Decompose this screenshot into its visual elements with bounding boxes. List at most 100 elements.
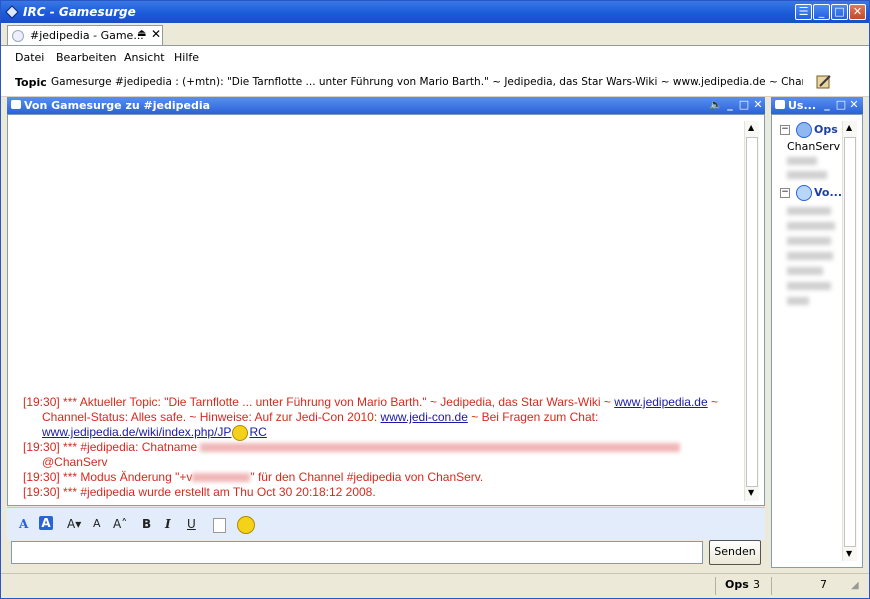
redacted-user (787, 267, 823, 275)
users-maximize-icon[interactable]: □ (835, 98, 847, 112)
voice-group-label: Vo... (814, 186, 843, 199)
tab-label: #jedipedia - Game... (30, 29, 144, 42)
user-total-count: 7 (820, 578, 827, 591)
users-icon (775, 100, 785, 109)
users-scroll-track[interactable] (844, 137, 856, 547)
sound-icon[interactable]: 🔈 (709, 98, 723, 112)
message-line: [19:30] *** Aktueller Topic: "Die Tarnfl… (23, 395, 718, 410)
minimize-icon[interactable]: _ (813, 4, 830, 20)
users-scroll-down-icon[interactable]: ▼ (846, 549, 852, 558)
ops-group-icon (796, 122, 812, 138)
title-bar[interactable]: IRC - Gamesurge ☰ _ □ ✕ (1, 1, 869, 23)
status-divider (715, 577, 716, 595)
emoticon-icon[interactable] (237, 516, 255, 534)
format-toolbar: A A A▾ A A˄ B I U (7, 507, 765, 540)
status-bar: Ops 3 7 ◢ (1, 573, 869, 598)
redacted-user (787, 297, 809, 305)
message-text: [19:30] *** #jedipedia: Chatname (23, 440, 198, 454)
message-input[interactable] (11, 541, 703, 564)
status-divider (771, 577, 772, 595)
font-larger-icon[interactable]: A˄ (113, 517, 127, 531)
background-color-icon[interactable]: A (39, 516, 53, 530)
chat-pane-header: Von Gamesurge zu #jedipedia 🔈 _ □ ✕ (7, 97, 765, 114)
pane-minimize-icon[interactable]: _ (724, 98, 736, 112)
users-scrollbar[interactable]: ▲ ▼ (842, 121, 857, 561)
italic-icon[interactable]: I (165, 517, 171, 531)
message-line: Channel-Status: Alles safe. ~ Hinweise: … (42, 410, 598, 425)
smiley-icon (232, 425, 249, 441)
tab-strip: #jedipedia - Game... ⏏ ✕ (1, 23, 869, 46)
menu-datei[interactable]: Datei (15, 51, 44, 64)
message-text: [19:30] *** #jedipedia wurde erstellt am… (23, 485, 376, 499)
ops-group-label: Ops (814, 123, 838, 136)
send-button[interactable]: Senden (709, 540, 761, 565)
bold-icon[interactable]: B (142, 517, 151, 531)
user-chanserv[interactable]: ChanServ (787, 140, 840, 153)
link-wiki-rc[interactable]: RC (249, 425, 266, 439)
tab-jedipedia[interactable]: #jedipedia - Game... ⏏ ✕ (7, 25, 163, 45)
link-jedi-con[interactable]: www.jedi-con.de (381, 410, 468, 424)
pane-close-icon[interactable]: ✕ (752, 98, 764, 112)
redacted-user (787, 252, 833, 260)
close-icon[interactable]: ✕ (849, 4, 866, 20)
redacted-user (787, 237, 831, 245)
font-smaller-icon[interactable]: A (93, 517, 101, 530)
message-line: @ChanServ (42, 455, 108, 470)
menu-bar: Datei Bearbeiten Ansicht Hilfe (1, 46, 869, 68)
resize-grip-icon[interactable]: ◢ (851, 580, 859, 591)
redacted-user (787, 282, 831, 290)
message-line: [19:30] *** #jedipedia: Chatname (23, 440, 681, 455)
redacted-user (787, 207, 831, 215)
scroll-down-icon[interactable]: ▼ (748, 488, 754, 497)
menu-bearbeiten[interactable]: Bearbeiten (56, 51, 116, 64)
users-list[interactable]: ▲ ▼ (771, 114, 863, 568)
channel-icon (12, 30, 24, 42)
edit-topic-icon[interactable] (815, 73, 833, 91)
clear-format-icon[interactable] (213, 518, 226, 533)
chat-scrollbar[interactable]: ▲ ▼ (744, 121, 759, 501)
message-text: [19:30] *** Aktueller Topic: "Die Tarnfl… (23, 395, 615, 409)
window-menu-icon[interactable]: ☰ (795, 4, 812, 20)
message-text: ~ Bei Fragen zum Chat: (467, 410, 599, 424)
voice-group-icon (796, 185, 812, 201)
window-title: IRC - Gamesurge (23, 5, 136, 19)
maximize-icon[interactable]: □ (831, 4, 848, 20)
users-pane-title: Us... (788, 99, 817, 112)
topic-bar: Topic Gamesurge #jedipedia : (+mtn): "Di… (1, 68, 869, 97)
menu-ansicht[interactable]: Ansicht (124, 51, 165, 64)
app-icon (5, 5, 19, 19)
collapse-voice-icon[interactable]: − (780, 188, 790, 198)
chat-icon (11, 100, 21, 109)
message-text: " für den Channel #jedipedia von ChanSer… (250, 470, 484, 484)
redacted-user (787, 171, 827, 179)
link-wiki-jp[interactable]: www.jedipedia.de/wiki/index.php/JP (42, 425, 231, 439)
topic-label: Topic (15, 76, 47, 89)
scroll-track[interactable] (746, 137, 758, 487)
ops-count-label: Ops (725, 578, 749, 591)
message-text: Channel-Status: Alles safe. ~ Hinweise: … (42, 410, 381, 424)
chat-pane-title: Von Gamesurge zu #jedipedia (24, 99, 211, 112)
scroll-up-icon[interactable]: ▲ (748, 123, 754, 132)
text-color-icon[interactable]: A (19, 517, 28, 531)
topic-text: Gamesurge #jedipedia : (+mtn): "Die Tarn… (51, 76, 803, 88)
underline-icon[interactable]: U (187, 517, 196, 531)
users-minimize-icon[interactable]: _ (821, 98, 833, 112)
users-scroll-up-icon[interactable]: ▲ (846, 123, 852, 132)
message-text: [19:30] *** Modus Änderung "+v (23, 470, 193, 484)
eject-icon[interactable]: ⏏ (137, 28, 146, 39)
pane-maximize-icon[interactable]: □ (738, 98, 750, 112)
menu-hilfe[interactable]: Hilfe (174, 51, 199, 64)
message-text: ~ (707, 395, 718, 409)
message-line: [19:30] *** #jedipedia wurde erstellt am… (23, 485, 376, 500)
font-select-icon[interactable]: A▾ (67, 517, 81, 531)
message-text: @ChanServ (42, 455, 108, 469)
tab-close-icon[interactable]: ✕ (151, 27, 161, 41)
redacted-text (192, 473, 251, 483)
users-pane-header: Us... _ □ ✕ (771, 97, 863, 114)
users-close-icon[interactable]: ✕ (848, 98, 860, 112)
collapse-ops-icon[interactable]: − (780, 125, 790, 135)
ops-count-value: 3 (753, 578, 760, 591)
link-jedipedia[interactable]: www.jedipedia.de (614, 395, 707, 409)
irc-window: IRC - Gamesurge ☰ _ □ ✕ #jedipedia - Gam… (0, 0, 870, 599)
redacted-user (787, 157, 817, 165)
